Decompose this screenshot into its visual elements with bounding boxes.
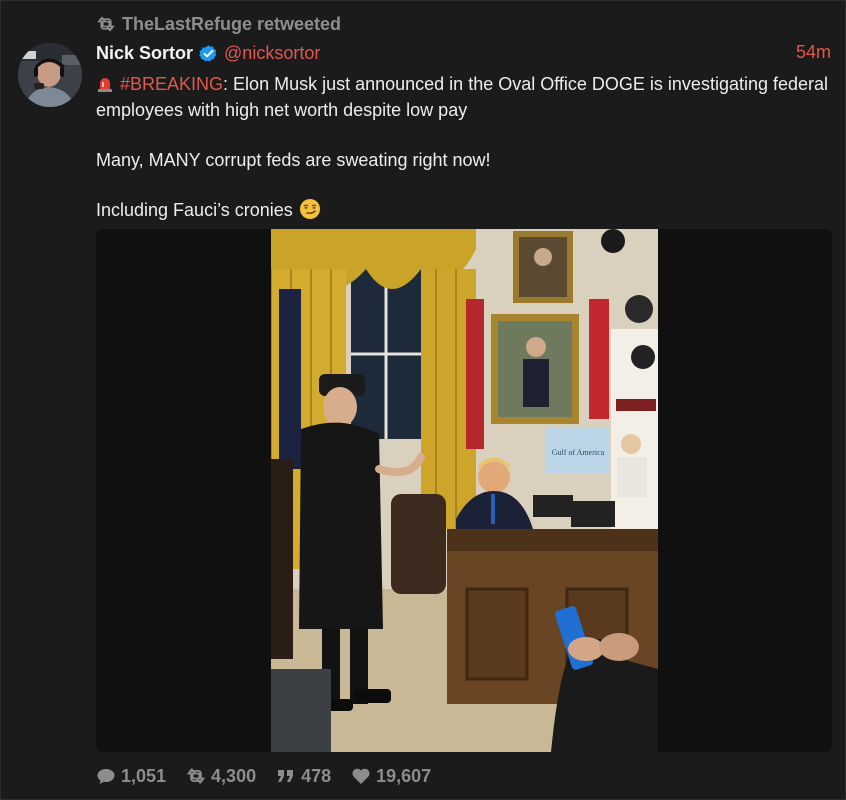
smirking-face-icon (299, 198, 321, 220)
timestamp[interactable]: 54m (796, 42, 831, 63)
quote-button[interactable]: 478 (276, 766, 331, 787)
author-handle[interactable]: @nicksortor (224, 43, 320, 64)
retweet-count: 4,300 (211, 765, 257, 786)
tweet-actions: 1,051 4,300 478 19,607 (96, 765, 431, 787)
comment-icon (96, 767, 116, 785)
quote-count: 478 (301, 765, 332, 786)
tweet-line3-text: Including Fauci’s cronies (96, 200, 293, 220)
retweet-icon (186, 767, 206, 785)
media-container[interactable]: Gulf of America (96, 229, 832, 752)
gulf-of-america-sign: Gulf of America (552, 448, 605, 457)
tweet-paragraph-1: #BREAKING: Elon Musk just announced in t… (96, 71, 831, 123)
verified-badge-icon (199, 44, 218, 63)
reply-button[interactable]: 1,051 (96, 766, 166, 787)
like-button[interactable]: 19,607 (351, 766, 431, 787)
retweeted-by-label: TheLastRefuge retweeted (122, 13, 342, 34)
retweet-icon (96, 16, 116, 32)
author-row: Nick Sortor @nicksortor (96, 41, 320, 65)
author-display-name[interactable]: Nick Sortor (96, 43, 193, 64)
tweet-text: #BREAKING: Elon Musk just announced in t… (96, 71, 831, 223)
rotating-light-icon (96, 73, 114, 92)
tweet-paragraph-3: Including Fauci’s cronies (96, 197, 831, 223)
tweet-card: TheLastRefuge retweeted Nick Sortor @nic… (0, 0, 846, 800)
retweet-button[interactable]: 4,300 (186, 766, 256, 787)
breaking-hashtag-link[interactable]: #BREAKING (120, 74, 223, 94)
retweet-indicator[interactable]: TheLastRefuge retweeted (96, 13, 341, 35)
like-count: 19,607 (376, 765, 432, 786)
heart-icon (351, 767, 371, 785)
oval-office-photo[interactable]: Gulf of America (271, 229, 658, 752)
avatar[interactable] (18, 43, 82, 107)
quote-icon (276, 767, 296, 785)
reply-count: 1,051 (121, 765, 167, 786)
tweet-paragraph-2: Many, MANY corrupt feds are sweating rig… (96, 150, 491, 170)
